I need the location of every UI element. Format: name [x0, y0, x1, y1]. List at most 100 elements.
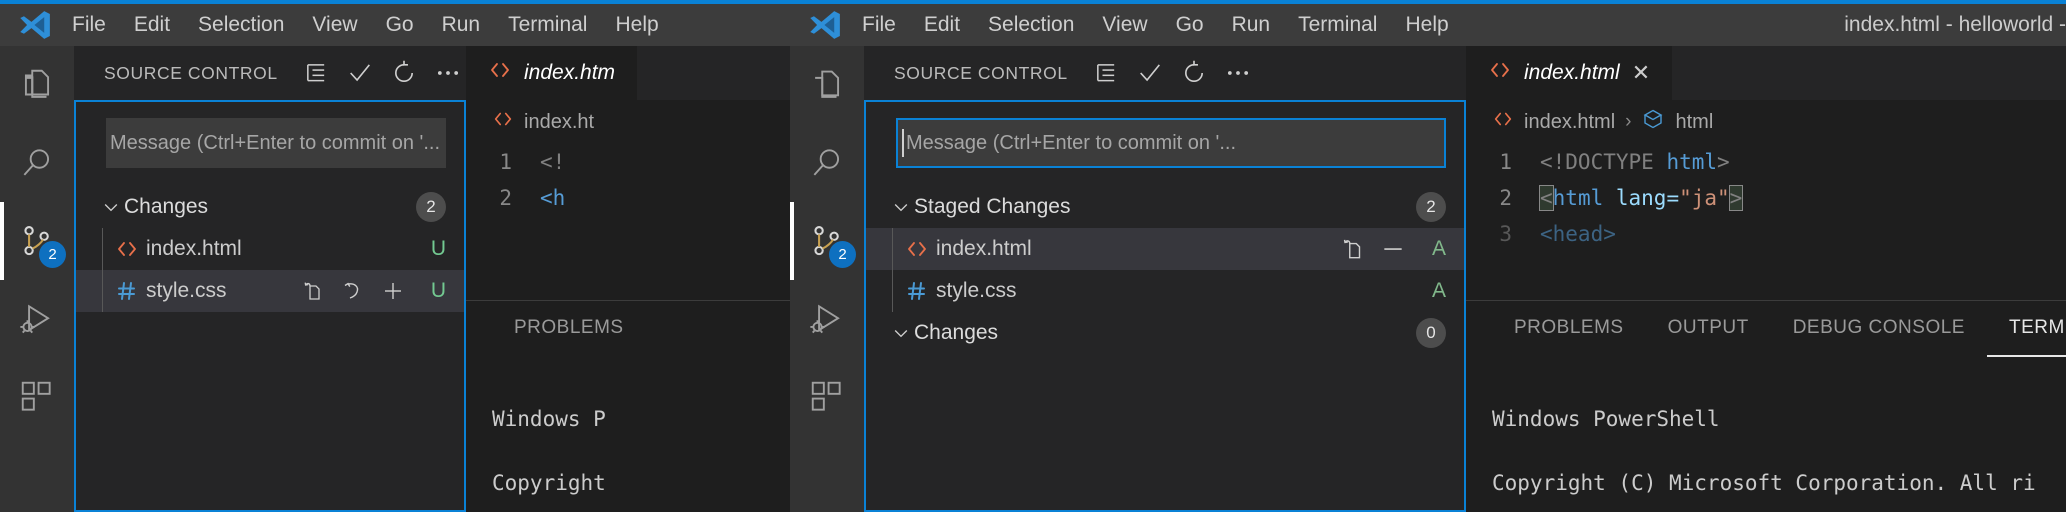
window-1-sidebar: SOURCE CONTROL [74, 46, 466, 512]
menu-selection[interactable]: Selection [184, 9, 298, 41]
more-actions-icon[interactable] [1216, 51, 1260, 95]
breadcrumb-file[interactable]: index.html [1524, 111, 1615, 134]
html-file-icon [110, 237, 144, 261]
window-2-panel: PROBLEMS OUTPUT DEBUG CONSOLE TERMINAL W… [1466, 300, 2066, 512]
window-1-breadcrumb[interactable]: index.ht [466, 100, 790, 144]
panel-tab-terminal[interactable]: TERMINAL [1987, 301, 2066, 357]
code-token-attr: lang= [1603, 186, 1679, 210]
unstage-changes-icon[interactable] [1378, 234, 1408, 264]
menu-edit[interactable]: Edit [120, 9, 184, 41]
menu-terminal[interactable]: Terminal [494, 9, 601, 41]
stage-changes-icon[interactable] [378, 276, 408, 306]
window-1-terminal-output[interactable]: Windows P Copyright 新しいク [466, 357, 790, 512]
activity-item-extensions[interactable] [0, 358, 74, 436]
file-row-hover-actions[interactable] [1338, 234, 1408, 264]
window-2-breadcrumb[interactable]: index.html › html [1466, 100, 2066, 144]
activity-item-run-and-debug[interactable] [0, 280, 74, 358]
chevron-down-icon [888, 323, 914, 343]
vscode-window-2: File Edit Selection View Go Run Terminal… [790, 0, 2066, 512]
menu-go[interactable]: Go [1162, 9, 1218, 41]
activity-item-explorer[interactable] [0, 46, 74, 124]
group-label: Staged Changes [914, 195, 1070, 219]
window-2-panel-tabs[interactable]: PROBLEMS OUTPUT DEBUG CONSOLE TERMINAL [1466, 301, 2066, 357]
source-control-actions[interactable] [1084, 51, 1260, 95]
panel-tab-output[interactable]: OUTPUT [1646, 301, 1771, 357]
activity-item-explorer[interactable] [790, 46, 864, 124]
window-2-activity-bar[interactable]: 2 [790, 46, 864, 512]
code-line-1: 1 <!DOCTYPE html> [1466, 144, 2066, 180]
menu-go[interactable]: Go [372, 9, 428, 41]
terminal-line: Windows P [492, 403, 790, 435]
window-1-panel-tabs[interactable]: PROBLEMS [466, 301, 790, 357]
commit-check-icon[interactable] [338, 51, 382, 95]
menu-view[interactable]: View [298, 9, 371, 41]
window-1-editor-area: index.htm index.ht 1 <! 2 <h [466, 46, 790, 512]
panel-tab-debug-console[interactable]: DEBUG CONSOLE [1771, 301, 1987, 357]
activity-item-source-control[interactable]: 2 [0, 202, 74, 280]
file-name: index.html [146, 237, 242, 261]
html-file-icon [900, 237, 934, 261]
group-header-staged-changes[interactable]: Staged Changes 2 [866, 186, 1464, 228]
activity-item-run-and-debug[interactable] [790, 280, 864, 358]
window-1-activity-bar[interactable]: 2 [0, 46, 74, 512]
group-header-changes[interactable]: Changes 0 [866, 312, 1464, 354]
group-header-changes[interactable]: Changes 2 [76, 186, 464, 228]
menu-selection[interactable]: Selection [974, 9, 1088, 41]
file-row-index-html[interactable]: index.html U [76, 228, 464, 270]
debug-icon [808, 300, 846, 338]
window-1-menubar[interactable]: File Edit Selection View Go Run Terminal… [58, 9, 673, 41]
activity-item-extensions[interactable] [790, 358, 864, 436]
panel-tab-problems[interactable]: PROBLEMS [492, 301, 646, 357]
window-1-code-area[interactable]: 1 <! 2 <h [466, 144, 790, 216]
refresh-icon[interactable] [1172, 51, 1216, 95]
editor-tab-index-html[interactable]: index.htm [466, 46, 637, 100]
activity-item-search[interactable] [0, 124, 74, 202]
menu-edit[interactable]: Edit [910, 9, 974, 41]
menu-file[interactable]: File [58, 9, 120, 41]
close-icon[interactable]: ✕ [1632, 60, 1650, 86]
breadcrumb-file[interactable]: index.ht [524, 111, 594, 134]
commit-message-input[interactable]: Message (Ctrl+Enter to commit on '... [106, 118, 446, 168]
panel-tab-problems[interactable]: PROBLEMS [1492, 301, 1646, 357]
window-1-editor-tabs[interactable]: index.htm [466, 46, 790, 100]
refresh-icon[interactable] [382, 51, 426, 95]
code-line-2: 2 <html lang="ja"> [1466, 180, 2066, 216]
menu-file[interactable]: File [848, 9, 910, 41]
view-as-tree-icon[interactable] [1084, 51, 1128, 95]
files-icon [808, 66, 846, 104]
code-token-close: > [1717, 150, 1730, 174]
window-2-editor-tabs[interactable]: index.html ✕ [1466, 46, 2066, 100]
menu-run[interactable]: Run [1218, 9, 1285, 41]
html-file-icon [1492, 108, 1514, 136]
file-row-style-css[interactable]: style.css [76, 270, 464, 312]
activity-item-source-control[interactable]: 2 [790, 202, 864, 280]
more-actions-icon[interactable] [426, 51, 470, 95]
open-file-icon[interactable] [298, 276, 328, 306]
group-count: 0 [1416, 318, 1446, 348]
line-number: 2 [1466, 186, 1540, 210]
menu-terminal[interactable]: Terminal [1284, 9, 1391, 41]
window-2-code-area[interactable]: 1 <!DOCTYPE html> 2 <html lang="ja"> 3 <… [1466, 144, 2066, 252]
commit-message-input[interactable]: Message (Ctrl+Enter to commit on '... [896, 118, 1446, 168]
search-icon [808, 144, 846, 182]
menu-help[interactable]: Help [1391, 9, 1462, 41]
file-row-style-css[interactable]: style.css A [866, 270, 1464, 312]
file-row-hover-actions[interactable] [298, 276, 408, 306]
discard-changes-icon[interactable] [338, 276, 368, 306]
activity-item-search[interactable] [790, 124, 864, 202]
menu-view[interactable]: View [1088, 9, 1161, 41]
commit-check-icon[interactable] [1128, 51, 1172, 95]
window-2-sidebar: SOURCE CONTROL [864, 46, 1466, 512]
file-name: style.css [146, 279, 227, 303]
view-as-tree-icon[interactable] [294, 51, 338, 95]
menu-help[interactable]: Help [601, 9, 672, 41]
editor-tab-index-html[interactable]: index.html ✕ [1466, 46, 1672, 100]
source-control-actions[interactable] [294, 51, 470, 95]
open-file-icon[interactable] [1338, 234, 1368, 264]
window-2-terminal-output[interactable]: Windows PowerShell Copyright (C) Microso… [1466, 357, 2066, 512]
file-row-index-html[interactable]: index.html [866, 228, 1464, 270]
terminal-line: Windows PowerShell [1492, 403, 2066, 435]
window-2-menubar[interactable]: File Edit Selection View Go Run Terminal… [848, 9, 1463, 41]
menu-run[interactable]: Run [428, 9, 495, 41]
breadcrumb-symbol[interactable]: html [1675, 111, 1713, 134]
